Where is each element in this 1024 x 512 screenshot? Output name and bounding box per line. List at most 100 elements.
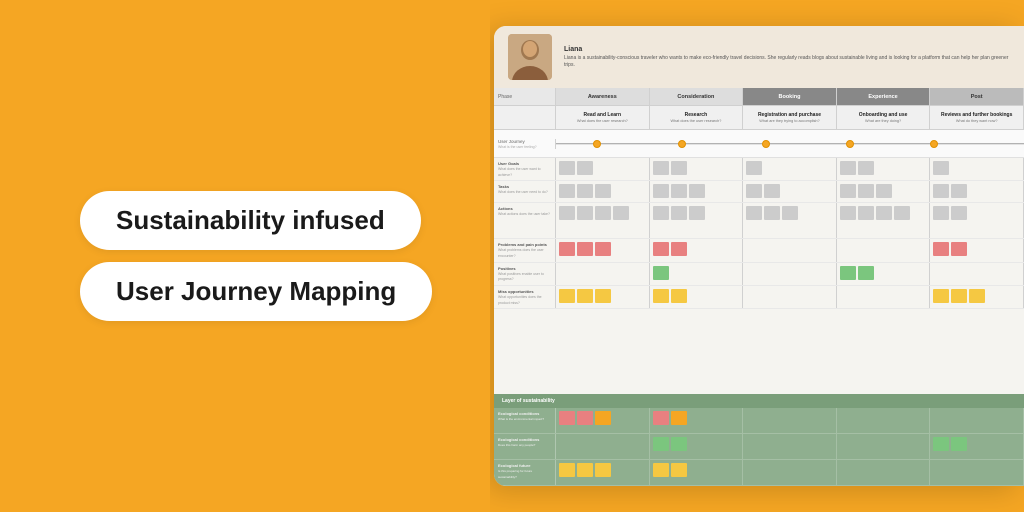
sust-cell-3-2 — [650, 460, 744, 485]
journey-path-line — [556, 130, 1024, 157]
path-dot-2 — [678, 140, 686, 148]
right-panel: Liana Liana is a sustainability-consciou… — [490, 0, 1024, 512]
note — [577, 411, 593, 425]
cell-pos-5 — [930, 263, 1024, 285]
note — [653, 161, 669, 175]
sust-cells-1 — [556, 408, 1024, 433]
persona-header: Liana Liana is a sustainability-consciou… — [494, 26, 1024, 88]
note — [577, 206, 593, 220]
cell-pos-2 — [650, 263, 744, 285]
cell-ug-2 — [650, 158, 744, 180]
note — [595, 206, 611, 220]
note — [951, 184, 967, 198]
note — [951, 437, 967, 451]
cell-a-2 — [650, 203, 744, 238]
note — [764, 184, 780, 198]
note — [653, 463, 669, 477]
sust-cell-3-4 — [837, 460, 931, 485]
note — [595, 184, 611, 198]
data-section: User GoalsWhat does the user want to ach… — [494, 158, 1024, 394]
sust-cell-2-2 — [650, 434, 744, 459]
actions-row: ActionsWhat actions does the user take? — [494, 203, 1024, 239]
actions-cells — [556, 203, 1024, 238]
note — [653, 437, 669, 451]
note — [577, 161, 593, 175]
journey-path-row: User JourneyWhat is the user feeling? — [494, 130, 1024, 158]
cell-a-4 — [837, 203, 931, 238]
path-dot-5 — [930, 140, 938, 148]
note — [559, 411, 575, 425]
note — [951, 289, 967, 303]
cell-pp-3 — [743, 239, 837, 261]
cell-ug-3 — [743, 158, 837, 180]
note — [840, 206, 856, 220]
note — [894, 206, 910, 220]
cell-pos-1 — [556, 263, 650, 285]
cell-mo-2 — [650, 286, 744, 308]
cell-ug-5 — [930, 158, 1024, 180]
user-goals-cells — [556, 158, 1024, 180]
tasks-row: TasksWhat does the user need to do? — [494, 181, 1024, 203]
positives-cells — [556, 263, 1024, 285]
note — [653, 266, 669, 280]
path-dot-1 — [593, 140, 601, 148]
missed-opps-label: Miss opportunitiesWhat opportunities doe… — [494, 286, 556, 308]
note — [653, 242, 669, 256]
sust-label-3: Ecological futureIs this preparing for f… — [494, 460, 556, 485]
note — [764, 206, 780, 220]
title-pill-2: User Journey Mapping — [80, 262, 432, 321]
subphase-read: Read and Learn What does the user resear… — [556, 106, 650, 129]
note — [653, 411, 669, 425]
sust-row-ecological-3: Ecological futureIs this preparing for f… — [494, 460, 1024, 486]
cell-ug-4 — [837, 158, 931, 180]
pain-points-cells — [556, 239, 1024, 261]
sustainability-section: Layer of sustainability Ecological condi… — [494, 394, 1024, 486]
subphase-reviews: Reviews and further bookings What do the… — [930, 106, 1024, 129]
note — [933, 161, 949, 175]
phase-awareness: Awareness — [556, 88, 650, 105]
note — [951, 242, 967, 256]
sust-cell-1-5 — [930, 408, 1024, 433]
sust-cell-3-3 — [743, 460, 837, 485]
sust-cell-2-5 — [930, 434, 1024, 459]
note — [595, 411, 611, 425]
path-dot-3 — [762, 140, 770, 148]
cell-pos-4 — [837, 263, 931, 285]
note — [840, 184, 856, 198]
cell-mo-1 — [556, 286, 650, 308]
note — [577, 184, 593, 198]
note — [671, 437, 687, 451]
phase-header-row: Phase Awareness Consideration Booking Ex… — [494, 88, 1024, 106]
subphase-cells: Read and Learn What does the user resear… — [556, 106, 1024, 129]
phase-post: Post — [930, 88, 1024, 105]
note — [933, 184, 949, 198]
note — [559, 206, 575, 220]
note — [653, 289, 669, 303]
cell-t-5 — [930, 181, 1024, 202]
cell-pp-1 — [556, 239, 650, 261]
note — [559, 184, 575, 198]
cell-t-2 — [650, 181, 744, 202]
note — [746, 206, 762, 220]
sust-cell-1-2 — [650, 408, 744, 433]
path-line — [556, 143, 1024, 145]
note — [559, 161, 575, 175]
note — [689, 184, 705, 198]
pain-points-label: Problems and pain pointsWhat problems do… — [494, 239, 556, 261]
avatar — [508, 34, 552, 80]
subphase-onboarding: Onboarding and use What are they doing? — [837, 106, 931, 129]
cell-pp-5 — [930, 239, 1024, 261]
note — [951, 206, 967, 220]
note — [671, 161, 687, 175]
sustainability-header: Layer of sustainability — [494, 394, 1024, 408]
cell-a-1 — [556, 203, 650, 238]
phase-experience: Experience — [837, 88, 931, 105]
cell-mo-3 — [743, 286, 837, 308]
note — [858, 206, 874, 220]
title-pill-1: Sustainability infused — [80, 191, 421, 250]
cell-t-3 — [743, 181, 837, 202]
cell-a-5 — [930, 203, 1024, 238]
note — [671, 242, 687, 256]
note — [933, 206, 949, 220]
subphase-label — [494, 106, 556, 129]
